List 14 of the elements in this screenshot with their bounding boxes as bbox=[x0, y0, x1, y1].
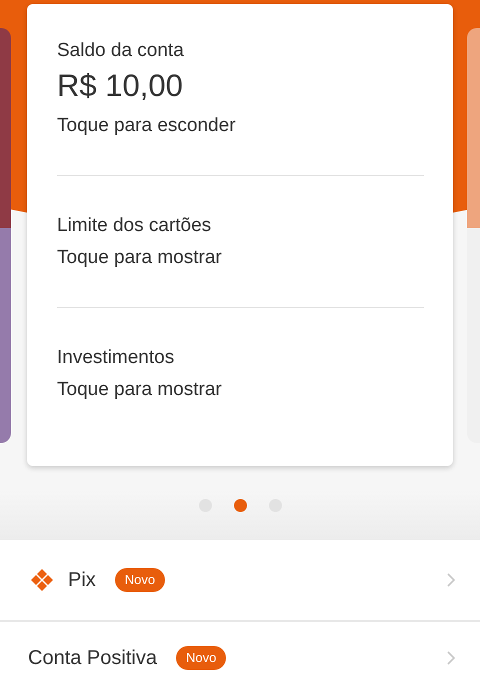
new-badge: Novo bbox=[114, 568, 166, 592]
balance-amount: R$ 10,00 bbox=[57, 67, 184, 105]
section-label: Limite dos cartões bbox=[57, 214, 212, 238]
toggle-link[interactable]: Toque para mostrar bbox=[57, 245, 424, 271]
section-label: Investimentos bbox=[57, 346, 176, 370]
section-label: Saldo da conta bbox=[57, 39, 185, 63]
page-dot[interactable] bbox=[234, 499, 246, 512]
toggle-link[interactable]: Toque para mostrar bbox=[57, 377, 424, 403]
toggle-link[interactable]: Toque para esconder bbox=[57, 113, 424, 139]
menu-item[interactable]: Conta Positiva Novo bbox=[0, 622, 480, 694]
chevron-right-icon bbox=[446, 572, 456, 588]
menu-item[interactable]: Pix Novo bbox=[0, 540, 480, 620]
new-badge: Novo bbox=[176, 646, 226, 670]
chevron-right-icon bbox=[446, 650, 456, 666]
